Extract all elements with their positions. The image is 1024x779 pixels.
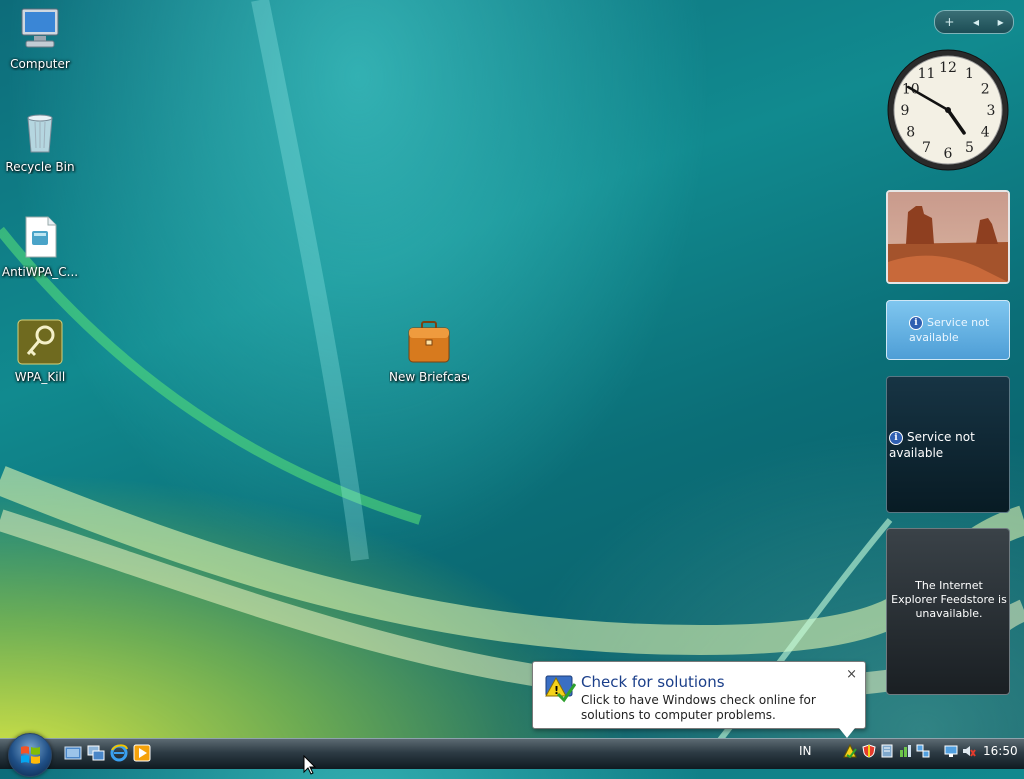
desktop-icon-new-briefcase[interactable]: New Briefcase bbox=[389, 318, 469, 384]
desktop-icon-label: AntiWPA_C... bbox=[1, 265, 79, 279]
internet-explorer-icon[interactable] bbox=[110, 744, 128, 762]
desktop-icon-label: Computer bbox=[10, 57, 70, 71]
security-shield-icon[interactable] bbox=[862, 744, 876, 758]
clock-numeral: 7 bbox=[922, 140, 931, 156]
briefcase-icon bbox=[405, 318, 453, 366]
clock-numeral: 8 bbox=[906, 125, 915, 141]
desert-photo bbox=[888, 192, 1008, 282]
switch-windows-icon[interactable] bbox=[87, 744, 105, 762]
desktop-icon-label: New Briefcase bbox=[389, 370, 469, 384]
network-icon[interactable] bbox=[916, 744, 930, 758]
language-indicator[interactable]: IN bbox=[799, 744, 812, 758]
previous-gadgets-button[interactable]: ◂ bbox=[973, 15, 979, 29]
problem-reports-icon: ! bbox=[544, 672, 577, 704]
volume-mixer-icon[interactable] bbox=[898, 744, 912, 758]
feed-headlines-gadget[interactable]: The Internet Explorer Feedstore is unava… bbox=[886, 528, 1010, 695]
wallpaper-waves bbox=[0, 0, 1024, 742]
weather-gadget[interactable]: i Service not available bbox=[886, 300, 1010, 360]
slideshow-gadget[interactable] bbox=[886, 190, 1010, 284]
network-adapter-icon[interactable] bbox=[880, 744, 894, 758]
sidebar-toolbar: + ◂ ▸ bbox=[934, 10, 1014, 34]
balloon-title: Check for solutions bbox=[581, 673, 725, 691]
desktop-icon-antiwpa[interactable]: AntiWPA_C... bbox=[0, 213, 80, 279]
clock-numeral: 5 bbox=[965, 140, 974, 156]
display-icon[interactable] bbox=[944, 744, 958, 758]
volume-muted-icon[interactable] bbox=[962, 744, 976, 758]
next-gadgets-button[interactable]: ▸ bbox=[998, 15, 1004, 29]
close-icon[interactable]: × bbox=[846, 667, 857, 682]
start-button[interactable] bbox=[8, 733, 52, 777]
desktop-icon-label: WPA_Kill bbox=[14, 370, 66, 384]
key-icon bbox=[16, 318, 64, 366]
info-icon: i bbox=[889, 430, 903, 445]
add-gadget-button[interactable]: + bbox=[944, 15, 954, 29]
computer-icon bbox=[16, 5, 64, 53]
clock-numeral: 6 bbox=[944, 146, 953, 162]
desktop-icon-computer[interactable]: Computer bbox=[0, 5, 80, 71]
clock-numeral: 11 bbox=[918, 66, 936, 82]
clock-gadget[interactable]: 121234567891011 bbox=[886, 48, 1010, 172]
cpu-meter-gadget[interactable]: i Service not available bbox=[886, 376, 1010, 513]
clock-numeral: 3 bbox=[987, 103, 996, 119]
clock-numeral: 1 bbox=[965, 66, 974, 82]
balloon-body: Click to have Windows check online for s… bbox=[581, 693, 816, 722]
desktop-icon-recycle-bin[interactable]: Recycle Bin bbox=[0, 108, 80, 174]
media-player-icon[interactable] bbox=[133, 744, 151, 762]
clock-numeral: 4 bbox=[981, 125, 990, 141]
desktop-icon-wpa-kill[interactable]: WPA_Kill bbox=[0, 318, 80, 384]
info-icon: i bbox=[909, 316, 923, 330]
clock-numeral: 12 bbox=[939, 60, 957, 76]
balloon-tail bbox=[839, 728, 855, 738]
desktop-icon-label: Recycle Bin bbox=[5, 160, 75, 174]
clock-numeral: 2 bbox=[981, 82, 990, 98]
system-clock[interactable]: 16:50 bbox=[983, 744, 1018, 758]
feed-message: The Internet Explorer Feedstore is unava… bbox=[891, 579, 1007, 620]
show-desktop-icon[interactable] bbox=[64, 744, 82, 762]
windows-logo-icon bbox=[21, 746, 40, 764]
clock-numeral: 9 bbox=[901, 103, 910, 119]
document-icon bbox=[16, 213, 64, 261]
recycle-bin-icon bbox=[16, 108, 64, 156]
check-for-solutions-balloon[interactable]: ! Check for solutions Click to have Wind… bbox=[532, 661, 866, 738]
problem-reports-icon[interactable] bbox=[843, 743, 857, 759]
